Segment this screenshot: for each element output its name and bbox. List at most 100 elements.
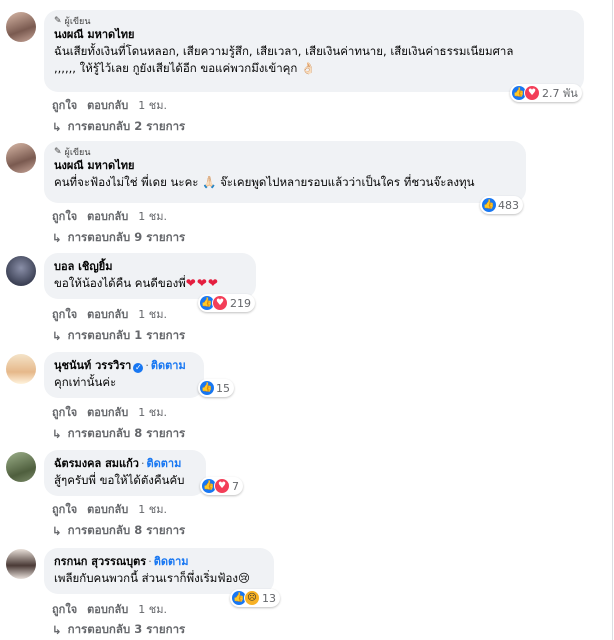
- commenter-name: นุชนันท์ วรรวิรา ✓ · ติดตาม: [54, 358, 194, 374]
- comment-bubble: ✎ ผู้เขียน นงผณี มหาดไทย คนที่จะฟ้องไม่ใช…: [44, 141, 526, 203]
- reaction-count: 483: [498, 198, 519, 212]
- reaction-summary[interactable]: 👍 ☹ 13: [230, 589, 280, 607]
- like-button[interactable]: ถูกใจ: [52, 305, 77, 323]
- author-badge: ✎ ผู้เขียน: [54, 15, 574, 27]
- author-badge-label: ผู้เขียน: [64, 17, 91, 27]
- avatar[interactable]: [6, 354, 36, 384]
- timestamp[interactable]: 1 ชม.: [138, 305, 167, 323]
- reply-button[interactable]: ตอบกลับ: [87, 207, 128, 225]
- reaction-summary[interactable]: 👍 ♥ 219: [198, 294, 255, 312]
- reply-button[interactable]: ตอบกลับ: [87, 600, 128, 618]
- like-button[interactable]: ถูกใจ: [52, 500, 77, 518]
- love-icon: ♥: [524, 85, 540, 101]
- timestamp[interactable]: 1 ชม.: [138, 600, 167, 618]
- view-replies[interactable]: ↳ การตอบกลับ 8 รายการ: [52, 522, 185, 540]
- comment-text-line: คนที่จะฟ้องไม่ใช่ พี่เดย นะคะ 🙏🏻 จ๊ะเคยพ…: [54, 175, 475, 189]
- follow-button[interactable]: ติดตาม: [151, 359, 186, 372]
- view-replies-label: การตอบกลับ 2 รายการ: [67, 119, 186, 133]
- reaction-summary[interactable]: 👍 ♥ 2.7 พัน: [510, 84, 582, 102]
- timestamp[interactable]: 1 ชม.: [138, 96, 167, 114]
- view-replies-label: การตอบกลับ 3 รายการ: [67, 622, 186, 636]
- separator-dot: ·: [148, 555, 152, 568]
- view-replies[interactable]: ↳ การตอบกลับ 2 รายการ: [52, 118, 185, 136]
- timestamp[interactable]: 1 ชม.: [138, 403, 167, 421]
- commenter-name-text[interactable]: ฉัตรมงคล สมแก้ว: [54, 457, 139, 470]
- view-replies[interactable]: ↳ การตอบกลับ 3 รายการ: [52, 621, 185, 639]
- comment-bubble: บอล เชิญยิ้ม ขอให้น้องได้คืน คนดีของพี่❤…: [44, 253, 256, 299]
- follow-button[interactable]: ติดตาม: [154, 555, 189, 568]
- commenter-name-text[interactable]: กรกนก สุวรรณบุตร: [54, 555, 146, 568]
- comment-bubble: กรกนก สุวรรณบุตร · ติดตาม เพลียกับคนพวกนี้…: [44, 548, 274, 594]
- view-replies[interactable]: ↳ การตอบกลับ 9 รายการ: [52, 229, 185, 247]
- reaction-summary[interactable]: 👍 483: [480, 196, 523, 214]
- comment-text-line: เพลียกับคนพวกนี้ ส่วนเราก็พึ่งเริ่มฟ้อง😢: [54, 571, 251, 585]
- comment-text-line: สู้ๆครับพี่ ขอให้ได้ตังคืนคับ: [54, 473, 185, 487]
- reply-arrow-icon: ↳: [52, 427, 62, 441]
- like-icon: 👍: [482, 198, 496, 212]
- reply-button[interactable]: ตอบกลับ: [87, 403, 128, 421]
- comment-actions: ถูกใจ ตอบกลับ 1 ชม.: [52, 96, 167, 114]
- comment-bubble: ฉัตรมงคล สมแก้ว · ติดตาม สู้ๆครับพี่ ขอให้…: [44, 450, 206, 496]
- reaction-summary[interactable]: 👍 ♥ 7: [200, 477, 243, 495]
- comment-actions: ถูกใจ ตอบกลับ 1 ชม.: [52, 600, 167, 618]
- heart-emojis: ❤❤❤: [185, 276, 219, 290]
- comment-actions: ถูกใจ ตอบกลับ 1 ชม.: [52, 403, 167, 421]
- commenter-name: กรกนก สุวรรณบุตร · ติดตาม: [54, 554, 264, 570]
- author-badge-label: ผู้เขียน: [64, 148, 91, 158]
- separator-dot: ·: [141, 457, 145, 470]
- reply-arrow-icon: ↳: [52, 524, 62, 538]
- avatar[interactable]: [6, 549, 36, 579]
- like-button[interactable]: ถูกใจ: [52, 403, 77, 421]
- avatar[interactable]: [6, 256, 36, 286]
- like-button[interactable]: ถูกใจ: [52, 207, 77, 225]
- reply-button[interactable]: ตอบกลับ: [87, 500, 128, 518]
- view-replies-label: การตอบกลับ 1 รายการ: [67, 328, 186, 342]
- view-replies-label: การตอบกลับ 9 รายการ: [67, 230, 186, 244]
- reply-button[interactable]: ตอบกลับ: [87, 96, 128, 114]
- like-icon: 👍: [200, 381, 214, 395]
- commenter-name[interactable]: บอล เชิญยิ้ม: [54, 259, 246, 275]
- comment-actions: ถูกใจ ตอบกลับ 1 ชม.: [52, 500, 167, 518]
- reply-arrow-icon: ↳: [52, 120, 62, 134]
- reply-arrow-icon: ↳: [52, 231, 62, 245]
- follow-button[interactable]: ติดตาม: [147, 457, 182, 470]
- commenter-name[interactable]: นงผณี มหาดไทย: [54, 158, 516, 174]
- author-badge: ✎ ผู้เขียน: [54, 146, 516, 158]
- reaction-summary[interactable]: 👍 15: [198, 379, 234, 397]
- timestamp[interactable]: 1 ชม.: [138, 207, 167, 225]
- reaction-count: 219: [230, 296, 251, 310]
- reply-arrow-icon: ↳: [52, 329, 62, 343]
- love-icon: ♥: [212, 295, 228, 311]
- frame-edge: [612, 0, 613, 640]
- reply-arrow-icon: ↳: [52, 623, 62, 637]
- sad-icon: ☹: [244, 590, 260, 606]
- pen-icon: ✎: [54, 147, 62, 157]
- view-replies[interactable]: ↳ การตอบกลับ 8 รายการ: [52, 425, 185, 443]
- comment-actions: ถูกใจ ตอบกลับ 1 ชม.: [52, 305, 167, 323]
- like-button[interactable]: ถูกใจ: [52, 96, 77, 114]
- comment-actions: ถูกใจ ตอบกลับ 1 ชม.: [52, 207, 167, 225]
- comment-bubble: นุชนันท์ วรรวิรา ✓ · ติดตาม คุกเท่านั้นค่ะ: [44, 352, 204, 398]
- comment-bubble: ✎ ผู้เขียน นงผณี มหาดไทย ฉันเสียทั้งเงินท…: [44, 10, 584, 92]
- avatar[interactable]: [6, 12, 36, 42]
- love-icon: ♥: [214, 478, 230, 494]
- comment-text-line: ขอให้น้องได้คืน คนดีของพี่❤❤❤: [54, 275, 246, 292]
- view-replies-label: การตอบกลับ 8 รายการ: [67, 426, 186, 440]
- reaction-count: 2.7 พัน: [542, 87, 578, 100]
- commenter-name-text[interactable]: นุชนันท์ วรรวิรา: [54, 359, 131, 372]
- reaction-count: 7: [232, 479, 239, 493]
- view-replies[interactable]: ↳ การตอบกลับ 1 รายการ: [52, 327, 185, 345]
- like-button[interactable]: ถูกใจ: [52, 600, 77, 618]
- commenter-name[interactable]: นงผณี มหาดไทย: [54, 27, 574, 43]
- reaction-count: 13: [262, 591, 276, 605]
- comment-text-line: คุกเท่านั้นค่ะ: [54, 375, 117, 389]
- reaction-count: 15: [216, 381, 230, 395]
- view-replies-label: การตอบกลับ 8 รายการ: [67, 523, 186, 537]
- comment-text-line: ,,,,,, ให้รู้ไว้เลย กูยังเสียได้อีก ขอแค…: [54, 61, 316, 75]
- avatar[interactable]: [6, 143, 36, 173]
- timestamp[interactable]: 1 ชม.: [138, 500, 167, 518]
- pen-icon: ✎: [54, 16, 62, 26]
- avatar[interactable]: [6, 452, 36, 482]
- reply-button[interactable]: ตอบกลับ: [87, 305, 128, 323]
- comment-text: ขอให้น้องได้คืน คนดีของพี่: [54, 276, 186, 290]
